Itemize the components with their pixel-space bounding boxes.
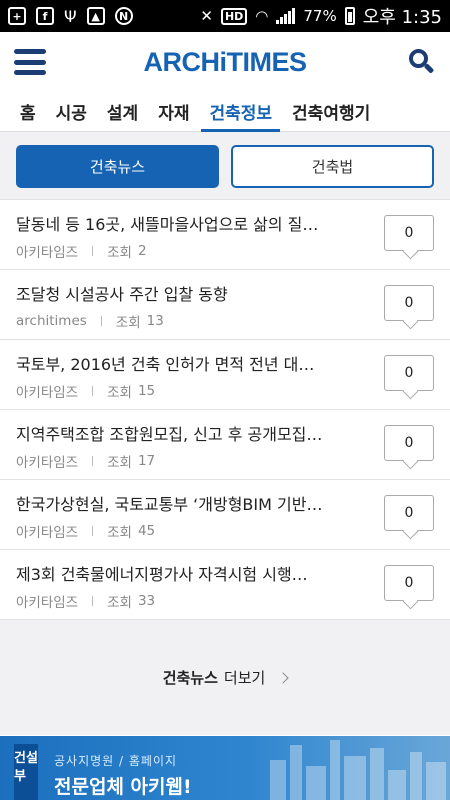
list-item[interactable]: 조달청 시설공사 주간 입찰 동향 architimes 조회 13 0 xyxy=(0,270,450,340)
menu-icon[interactable] xyxy=(14,49,46,75)
article-title: 조달청 시설공사 주간 입찰 동향 xyxy=(16,285,228,304)
article-title: 지역주택조합 조합원모집, 신고 후 공개모집… xyxy=(16,425,323,444)
segment-control: 건축뉴스 건축법 xyxy=(0,132,450,200)
views-label: 조회 xyxy=(107,525,132,541)
comment-count-bubble[interactable]: 0 xyxy=(384,565,434,601)
views-label: 조회 xyxy=(107,385,132,401)
list-item[interactable]: 국토부, 2016년 건축 인허가 면적 전년 대비… 아키타임즈 조회 15 … xyxy=(0,340,450,410)
meta-divider xyxy=(100,316,102,326)
meta-divider xyxy=(92,386,94,396)
meta-divider xyxy=(92,596,94,606)
meta-divider xyxy=(92,246,94,256)
banner-title: 전문업체 아키웹! xyxy=(54,772,192,799)
search-icon[interactable] xyxy=(406,47,436,77)
battery-percent: 77% xyxy=(303,7,337,25)
article-author: 아키타임즈 xyxy=(16,455,79,471)
article-author: 아키타임즈 xyxy=(16,525,79,541)
tab-architecture-travel[interactable]: 건축여행기 xyxy=(282,92,380,132)
comment-count-bubble[interactable]: 0 xyxy=(384,425,434,461)
comment-count-bubble[interactable]: 0 xyxy=(384,285,434,321)
segment-law-button[interactable]: 건축법 xyxy=(231,145,434,188)
views-count: 15 xyxy=(137,383,156,399)
views-label: 조회 xyxy=(115,315,141,331)
article-meta: 아키타임즈 조회 2 xyxy=(16,241,434,261)
tab-home[interactable]: 홈 xyxy=(10,92,46,132)
article-author: 아키타임즈 xyxy=(16,385,79,401)
banner-title-part1: 전문업체 xyxy=(54,776,124,798)
status-bar: + f Ψ ▲ N ✕ HD ◠ 77% 오후 1:35 xyxy=(0,0,450,32)
usb-icon: Ψ xyxy=(64,6,77,26)
list-item[interactable]: 한국가상현실, 국토교통부 ‘개방형BIM 기반… 아키타임즈 조회 45 0 xyxy=(0,480,450,550)
more-news-category: 건축뉴스 xyxy=(162,669,218,687)
article-title: 달동네 등 16곳, 새뜰마을사업으로 삶의 질… xyxy=(16,215,319,234)
battery-icon xyxy=(344,7,355,25)
clock: 오후 1:35 xyxy=(362,7,442,28)
more-news-link[interactable]: 건축뉴스 더보기 xyxy=(162,667,289,688)
banner-title-part2: 아키웹! xyxy=(130,776,192,798)
comment-count-bubble[interactable]: 0 xyxy=(384,215,434,251)
image-icon: ▲ xyxy=(86,7,105,25)
list-item[interactable]: 제3회 건축물에너지평가사 자격시험 시행… 아키타임즈 조회 33 0 xyxy=(0,550,450,620)
article-title: 한국가상현실, 국토교통부 ‘개방형BIM 기반… xyxy=(16,495,323,514)
tab-architecture-info[interactable]: 건축정보 xyxy=(199,92,282,132)
tab-design[interactable]: 설계 xyxy=(97,92,148,132)
list-item[interactable]: 지역주택조합 조합원모집, 신고 후 공개모집… 아키타임즈 조회 17 0 xyxy=(0,410,450,480)
article-author: 아키타임즈 xyxy=(16,595,79,611)
more-section: 건축뉴스 더보기 xyxy=(0,620,450,735)
chevron-right-icon xyxy=(277,671,289,684)
tab-construction[interactable]: 시공 xyxy=(46,92,97,132)
segment-news-button[interactable]: 건축뉴스 xyxy=(16,145,219,188)
article-meta: architimes 조회 13 xyxy=(16,311,434,331)
tab-materials[interactable]: 자재 xyxy=(148,92,199,132)
add-icon: + xyxy=(8,7,26,25)
meta-divider xyxy=(92,456,94,466)
views-count: 17 xyxy=(137,453,156,469)
views-count: 2 xyxy=(137,243,147,259)
meta-divider xyxy=(92,526,94,536)
banner-subtitle: 공사지명원 / 홈페이지 xyxy=(54,754,178,768)
article-author: 아키타임즈 xyxy=(16,245,79,261)
article-meta: 아키타임즈 조회 15 xyxy=(16,381,434,401)
views-label: 조회 xyxy=(107,245,132,261)
signal-icon xyxy=(276,8,296,24)
views-label: 조회 xyxy=(107,595,132,611)
article-title: 국토부, 2016년 건축 인허가 면적 전년 대비… xyxy=(16,355,328,374)
article-list: 달동네 등 16곳, 새뜰마을사업으로 삶의 질… 아키타임즈 조회 2 0 조… xyxy=(0,200,450,620)
app-header: ARCHiTIMES xyxy=(0,32,450,92)
hd-icon: HD xyxy=(220,7,248,25)
facebook-icon: f xyxy=(36,7,54,25)
banner-tag: 건설부 xyxy=(14,744,38,800)
comment-count-bubble[interactable]: 0 xyxy=(384,495,434,531)
ad-banner[interactable]: 건설부 공사지명원 / 홈페이지 전문업체 아키웹! xyxy=(0,736,450,800)
wifi-icon: ◠ xyxy=(255,7,269,25)
article-title: 제3회 건축물에너지평가사 자격시험 시행… xyxy=(16,565,308,584)
mute-icon: ✕ xyxy=(200,7,213,25)
article-author: architimes xyxy=(16,313,87,329)
views-label: 조회 xyxy=(107,455,132,471)
city-skyline-image xyxy=(260,736,450,800)
views-count: 13 xyxy=(146,313,164,329)
article-meta: 아키타임즈 조회 33 xyxy=(16,591,434,611)
article-meta: 아키타임즈 조회 17 xyxy=(16,451,434,471)
list-item[interactable]: 달동네 등 16곳, 새뜰마을사업으로 삶의 질… 아키타임즈 조회 2 0 xyxy=(0,200,450,270)
category-tabs: 홈 시공 설계 자재 건축정보 건축여행기 xyxy=(0,92,450,132)
article-meta: 아키타임즈 조회 45 xyxy=(16,521,434,541)
more-news-label: 더보기 xyxy=(223,669,266,687)
logo: ARCHiTIMES xyxy=(143,46,308,77)
n-icon: N xyxy=(114,7,133,25)
views-count: 33 xyxy=(137,593,156,609)
comment-count-bubble[interactable]: 0 xyxy=(384,355,434,391)
views-count: 45 xyxy=(137,523,156,539)
